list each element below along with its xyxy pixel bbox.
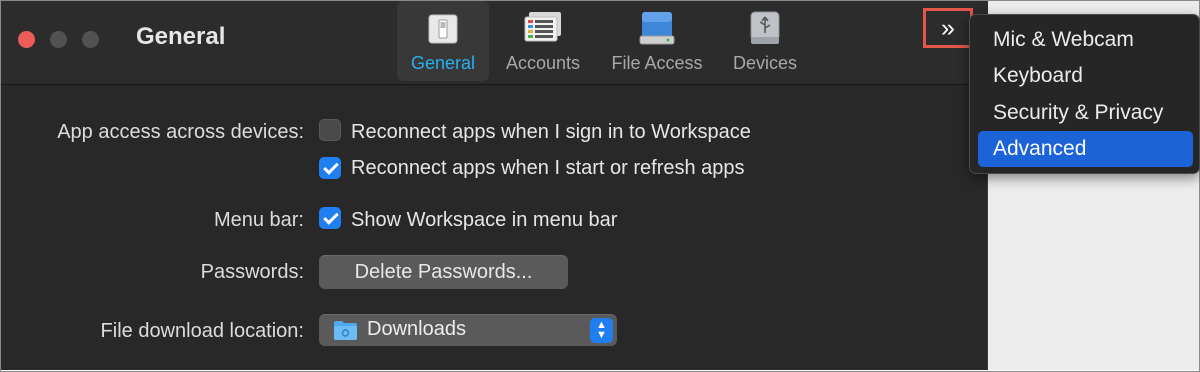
switch-icon — [428, 14, 458, 49]
window-toolbar: General General Accounts File Access Dev… — [1, 1, 988, 85]
folder-icon — [333, 320, 358, 341]
menu-item-mic-webcam[interactable]: Mic & Webcam — [978, 22, 1193, 58]
usb-drive-icon — [749, 11, 781, 50]
menu-bar-label: Menu bar: — [213, 209, 304, 231]
reconnect-on-start-label[interactable]: Reconnect apps when I start or refresh a… — [351, 157, 745, 180]
tab-devices-label: Devices — [732, 53, 798, 73]
app-access-label: App access across devices: — [57, 121, 304, 143]
reconnect-on-sign-in-checkbox[interactable] — [319, 119, 341, 141]
file-download-location-value: Downloads — [367, 318, 466, 340]
zoom-window-button[interactable] — [82, 31, 99, 48]
double-chevron-right-icon: » — [941, 13, 955, 42]
reconnect-on-start-checkbox[interactable] — [319, 157, 341, 179]
tab-accounts-label: Accounts — [505, 53, 581, 73]
preferences-window: General General Accounts File Access Dev… — [1, 1, 988, 370]
file-download-location-select[interactable]: Downloads ▲ ▼ — [319, 314, 617, 346]
tab-devices[interactable]: Devices — [721, 1, 809, 81]
up-down-chevron-icon: ▲ ▼ — [590, 318, 613, 343]
file-download-location-label: File download location: — [100, 320, 304, 342]
reconnect-on-sign-in-label[interactable]: Reconnect apps when I sign in to Workspa… — [351, 121, 751, 144]
overflow-menu: Mic & Webcam Keyboard Security & Privacy… — [969, 14, 1200, 174]
accounts-icon — [524, 11, 562, 48]
general-settings-pane: App access across devices: Reconnect app… — [1, 86, 988, 370]
tab-general-label: General — [410, 53, 476, 73]
menu-item-security-privacy[interactable]: Security & Privacy — [978, 95, 1193, 131]
close-window-button[interactable] — [18, 31, 35, 48]
delete-passwords-button[interactable]: Delete Passwords... — [319, 255, 568, 289]
menu-item-advanced[interactable]: Advanced — [978, 131, 1193, 167]
show-in-menu-bar-label[interactable]: Show Workspace in menu bar — [351, 209, 617, 232]
menu-item-keyboard[interactable]: Keyboard — [978, 58, 1193, 94]
tab-accounts[interactable]: Accounts — [497, 1, 589, 81]
disk-icon — [639, 11, 675, 50]
minimize-window-button[interactable] — [50, 31, 67, 48]
passwords-label: Passwords: — [200, 261, 304, 283]
tab-general[interactable]: General — [397, 1, 489, 81]
tab-file-access-label: File Access — [611, 53, 703, 73]
show-in-menu-bar-checkbox[interactable] — [319, 207, 341, 229]
tab-file-access[interactable]: File Access — [602, 1, 712, 81]
toolbar-overflow-button[interactable]: » — [923, 8, 973, 48]
window-title: General — [136, 23, 226, 50]
